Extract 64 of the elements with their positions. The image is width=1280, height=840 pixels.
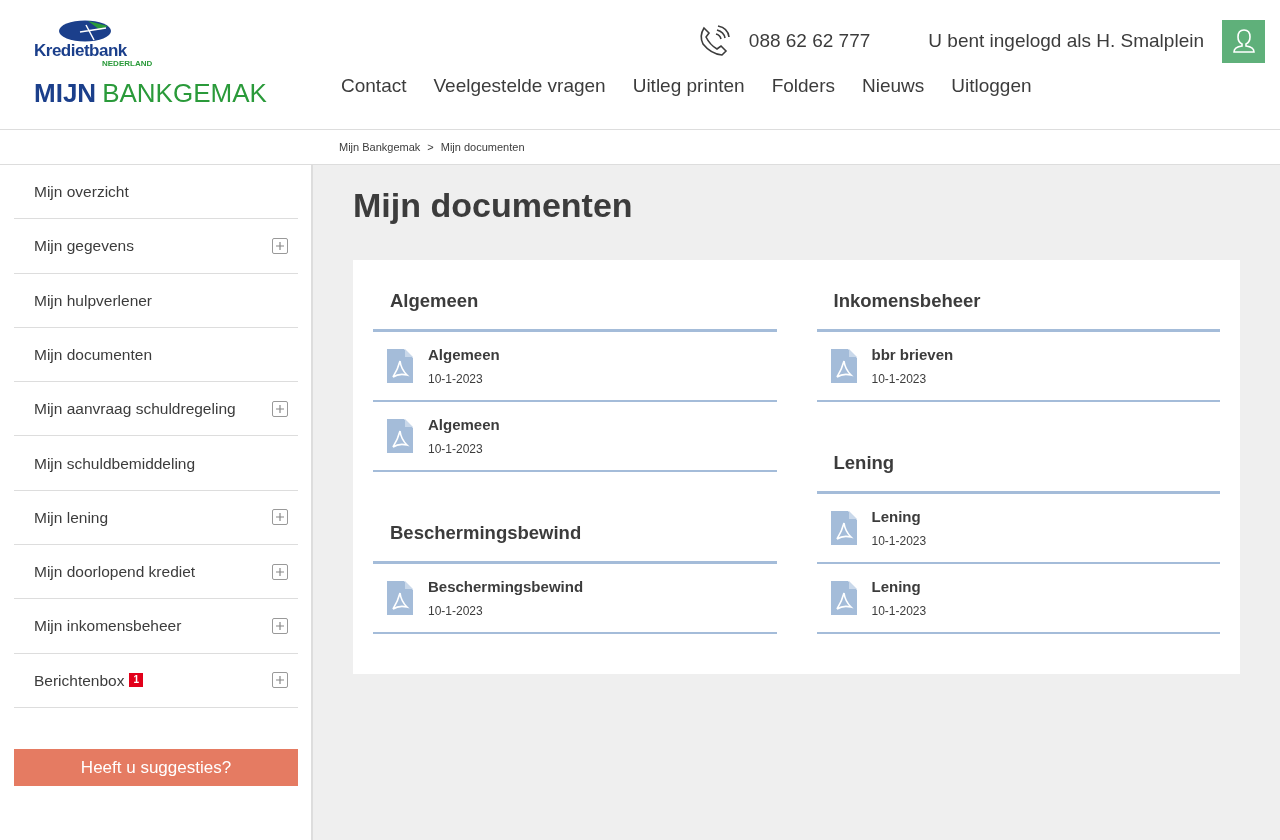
- section-heading: Algemeen: [373, 289, 777, 332]
- nav-link[interactable]: Veelgestelde vragen: [433, 72, 606, 101]
- pdf-file-icon: [387, 349, 413, 383]
- sidebar-link[interactable]: Mijn inkomensbeheer: [34, 614, 182, 638]
- document-date: 10-1-2023: [871, 602, 927, 620]
- section-heading: Beschermingsbewind: [373, 522, 777, 565]
- sidebar-link[interactable]: Mijn lening: [34, 505, 109, 530]
- sidebar-link[interactable]: Mijn hulpverlener: [34, 288, 153, 312]
- breadcrumb-separator: >: [427, 139, 434, 155]
- sidebar-link[interactable]: Mijn documenten: [34, 342, 153, 367]
- section-heading: Lening: [816, 452, 1220, 495]
- pdf-file-icon: [830, 581, 857, 616]
- document-date: 10-1-2023: [428, 602, 484, 620]
- document-date: 10-1-2023: [871, 532, 927, 550]
- document-item[interactable]: Algemeen 10-1-2023: [373, 402, 777, 472]
- document-item[interactable]: Beschermingsbewind 10-1-2023: [373, 564, 777, 635]
- nav-link[interactable]: Uitloggen: [951, 72, 1032, 101]
- sidebar-link[interactable]: Mijn gegevens: [34, 234, 134, 258]
- sidebar-link[interactable]: Mijn overzicht: [34, 180, 129, 204]
- sidebar-link[interactable]: Mijn schuldbemiddeling: [34, 451, 196, 475]
- sidebar-link[interactable]: Berichtenbox: [34, 668, 125, 692]
- sidebar-link[interactable]: Mijn doorlopend krediet: [34, 560, 196, 584]
- pdf-file-icon: [387, 581, 413, 616]
- document-item[interactable]: Algemeen 10-1-2023: [373, 332, 777, 402]
- nav-link[interactable]: Folders: [771, 72, 835, 101]
- nav-link[interactable]: Uitleg printen: [632, 72, 745, 101]
- document-item[interactable]: Lening 10-1-2023: [816, 564, 1220, 635]
- breadcrumb-link[interactable]: Mijn Bankgemak: [339, 138, 421, 156]
- account-button[interactable]: [1222, 19, 1265, 63]
- sidebar-link[interactable]: Mijn aanvraag schuldregeling: [34, 397, 236, 421]
- page-title: Mijn documenten: [353, 185, 634, 226]
- document-name: Beschermingsbewind: [428, 577, 584, 598]
- expand-icon[interactable]: [272, 563, 288, 580]
- document-name: Lening: [871, 507, 922, 528]
- breadcrumb-link[interactable]: Mijn documenten: [440, 138, 525, 156]
- product-title: BANKGEMAK: [102, 80, 267, 106]
- expand-icon[interactable]: [272, 672, 288, 689]
- document-name: bbr brieven: [871, 345, 954, 366]
- document-item[interactable]: bbr brieven 10-1-2023: [816, 332, 1220, 402]
- pdf-file-icon: [830, 349, 857, 383]
- phone-number: 088 62 62 777: [748, 28, 871, 53]
- nav-link[interactable]: Contact: [341, 72, 407, 101]
- document-date: 10-1-2023: [871, 370, 928, 388]
- section-heading: Inkomensbeheer: [816, 289, 1220, 332]
- product-title: MIJN: [34, 80, 97, 106]
- document-date: 10-1-2023: [428, 440, 484, 458]
- document-item[interactable]: Lening 10-1-2023: [816, 494, 1220, 565]
- document-name: Lening: [871, 577, 922, 598]
- document-name: Algemeen: [428, 415, 500, 436]
- brand-name: Kredietbank: [34, 42, 128, 59]
- expand-icon[interactable]: [272, 400, 288, 417]
- pdf-file-icon: [387, 419, 413, 453]
- nav-link[interactable]: Nieuws: [862, 72, 925, 101]
- brand-subtitle: NEDERLAND: [102, 60, 154, 68]
- user-icon: [1231, 28, 1256, 54]
- expand-icon[interactable]: [272, 237, 288, 254]
- notification-count: 1: [129, 673, 144, 688]
- expand-icon[interactable]: [272, 618, 288, 634]
- pdf-file-icon: [830, 511, 857, 546]
- document-date: 10-1-2023: [428, 370, 484, 388]
- globe-logo-icon: [58, 20, 112, 42]
- document-name: Algemeen: [428, 345, 500, 366]
- expand-icon[interactable]: [272, 509, 288, 526]
- login-status-text: U bent ingelogd als H. Smalplein: [928, 28, 1204, 53]
